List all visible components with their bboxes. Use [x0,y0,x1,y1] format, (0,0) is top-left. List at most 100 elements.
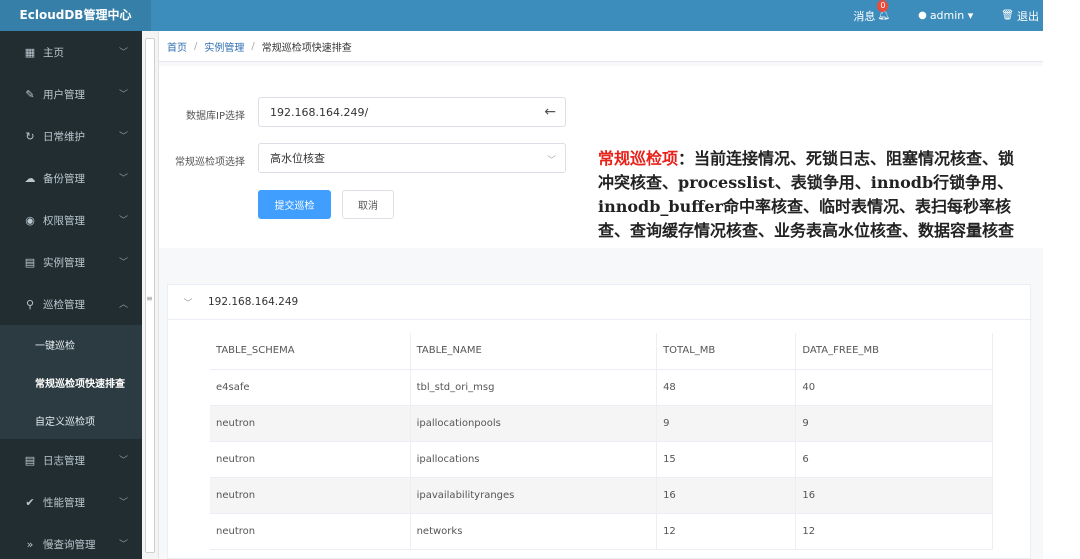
table-cell: 40 [795,369,993,406]
table-row: neutron ipallocations 15 6 [210,441,993,478]
sidebar-subitem[interactable]: 常规巡检项快速排查 [0,363,142,401]
table-cell: 6 [795,441,993,478]
chevron-down-icon: ﹀ [118,456,128,466]
table-cell: ipallocations [410,441,658,478]
db-ip-input[interactable]: 192.168.164.249/ ← [258,97,566,127]
sidebar-item-label: 日常维护 [43,130,85,143]
arrow-left-icon[interactable]: ← [544,104,556,120]
trash-icon: 🗑︎ [1001,10,1014,21]
breadcrumb-instance[interactable]: 实例管理 [204,39,244,54]
sidebar-item-label: 慢查询管理 [43,538,96,551]
chevron-down-icon: ﹀ [118,540,128,550]
menu-icon: ↻ [25,129,35,143]
chevron-down-icon: ﹀ [118,498,128,508]
chevron-down-icon: ﹀ [118,258,128,268]
column-header: TOTAL_MB [656,333,797,370]
menu-icon: ▤ [24,255,36,269]
sidebar-item[interactable]: ✔ 性能管理 ﹀ [0,481,142,523]
logout-button[interactable]: 🗑︎ 退出 [1001,8,1039,24]
result-collapse-header[interactable]: ﹀ 192.168.164.249 [168,285,1032,320]
table-cell: 9 [656,405,797,442]
sidebar-submenu: 一键巡检 常规巡检项快速排查 自定义巡检项 [0,325,142,439]
sidebar-item-label: 备份管理 [43,172,85,185]
table-row: neutron ipavailabilityranges 16 16 [210,477,993,514]
breadcrumb-separator: / [251,40,255,52]
table-cell: 15 [656,441,797,478]
chevron-down-icon: ﹀ [546,156,556,166]
user-label: admin ▾ [929,9,974,22]
breadcrumb-home[interactable]: 首页 [167,39,187,54]
menu-icon: ▤ [24,453,36,467]
logout-label: 退出 [1017,9,1039,23]
messages-badge: 0 [877,0,889,12]
menu-icon: » [26,537,34,551]
sidebar-item[interactable]: ▤ 实例管理 ﹀ [0,241,142,283]
table-cell: neutron [210,477,411,514]
table-cell: 12 [656,513,797,550]
sidebar-item[interactable]: ✎ 用户管理 ﹀ [0,73,142,115]
messages-label: 消息 [853,9,876,23]
table-row: neutron networks 12 12 [210,513,993,550]
check-items-annotation: 常规巡检项：当前连接情况、死锁日志、阻塞情况核查、锁冲突核查、processli… [598,147,1018,243]
sidebar: ▦ 主页 ﹀ ✎ 用户管理 ﹀ ↻ 日常维护 ﹀ ☁ 备份管理 ﹀ ◉ 权限管理 ﹀ ▤ 实例管理 ﹀ ⚲ 巡检管理 ︿… [0,31,142,559]
sidebar-item-label: 性能管理 [43,496,85,509]
table-cell: 9 [795,405,993,442]
table-cell: 16 [656,477,797,514]
sidebar-item[interactable]: ▤ 日志管理 ﹀ [0,439,142,481]
table-cell: 48 [656,369,797,406]
table-cell: neutron [210,405,411,442]
page-margin [1043,0,1080,559]
table-cell: e4safe [210,369,411,406]
sidebar-item[interactable]: ▦ 主页 ﹀ [0,31,142,73]
chevron-down-icon: ﹀ [118,216,128,226]
sidebar-item[interactable]: ☁ 备份管理 ﹀ [0,157,142,199]
table-cell: ipallocationpools [410,405,658,442]
cancel-button[interactable]: 取消 [342,190,394,219]
table-cell: 12 [795,513,993,550]
table-cell: tbl_std_ori_msg [410,369,658,406]
sidebar-subitem[interactable]: 一键巡检 [0,325,142,363]
user-icon: ● [918,10,927,21]
scroll-grip-icon: ≡ [146,294,153,303]
sidebar-item[interactable]: ↻ 日常维护 ﹀ [0,115,142,157]
menu-icon: ▦ [24,45,36,59]
sidebar-item[interactable]: ◉ 权限管理 ﹀ [0,199,142,241]
sidebar-item-label: 主页 [43,46,64,59]
chevron-down-icon[interactable]: ﹀ [168,296,208,309]
table-row: neutron ipallocationpools 9 9 [210,405,993,442]
chevron-down-icon: ﹀ [118,48,128,58]
db-ip-label: 数据库IP选择 [186,111,245,122]
table-cell: ipavailabilityranges [410,477,658,514]
app-root: EcloudDB管理中心 消息 🔔︎ 0 ● admin ▾ 🗑︎ 退出 ▦ 主页… [0,0,1080,559]
check-item-label: 常规巡检项选择 [175,157,245,168]
chevron-down-icon: ﹀ [118,90,128,100]
app-title: EcloudDB管理中心 [0,0,151,31]
check-item-select[interactable]: 高水位核查 ﹀ [258,143,566,173]
chevron-up-icon: ︿ [118,300,128,310]
main-content: 首页 / 实例管理 / 常规巡检项快速排查 数据库IP选择 192.168.16… [159,31,1043,559]
user-menu[interactable]: ● admin ▾ [918,9,973,22]
menu-icon: ⚲ [25,297,35,311]
table-cell: neutron [210,513,411,550]
menu-icon: ☁ [24,171,36,185]
messages-button[interactable]: 消息 🔔︎ 0 [853,0,891,24]
breadcrumb-current: 常规巡检项快速排查 [261,42,352,54]
annotation-highlight: 常规巡检项 [598,149,679,168]
result-panel: ﹀ 192.168.164.249 TABLE_SCHEMA TABLE_NAME… [167,284,1032,559]
sidebar-item[interactable]: ⚲ 巡检管理 ︿ [0,283,142,325]
menu-icon: ✎ [25,87,35,101]
table-cell: neutron [210,441,411,478]
sidebar-subitem[interactable]: 自定义巡检项 [0,401,142,439]
menu-icon: ✔ [25,495,35,509]
check-item-value: 高水位核查 [270,152,325,165]
table-header-row: TABLE_SCHEMA TABLE_NAME TOTAL_MB DATA_FREE_… [210,333,993,370]
bell-icon: 🔔︎ [877,10,891,21]
chevron-down-icon: ﹀ [118,132,128,142]
sidebar-item-label: 巡检管理 [43,298,85,311]
column-header: TABLE_SCHEMA [210,333,411,370]
chevron-down-icon: ﹀ [118,174,128,184]
result-table: TABLE_SCHEMA TABLE_NAME TOTAL_MB DATA_FREE_… [210,333,993,550]
table-cell: 16 [795,477,993,514]
sidebar-item[interactable]: » 慢查询管理 ﹀ [0,523,142,559]
submit-check-button[interactable]: 提交巡检 [258,190,331,219]
